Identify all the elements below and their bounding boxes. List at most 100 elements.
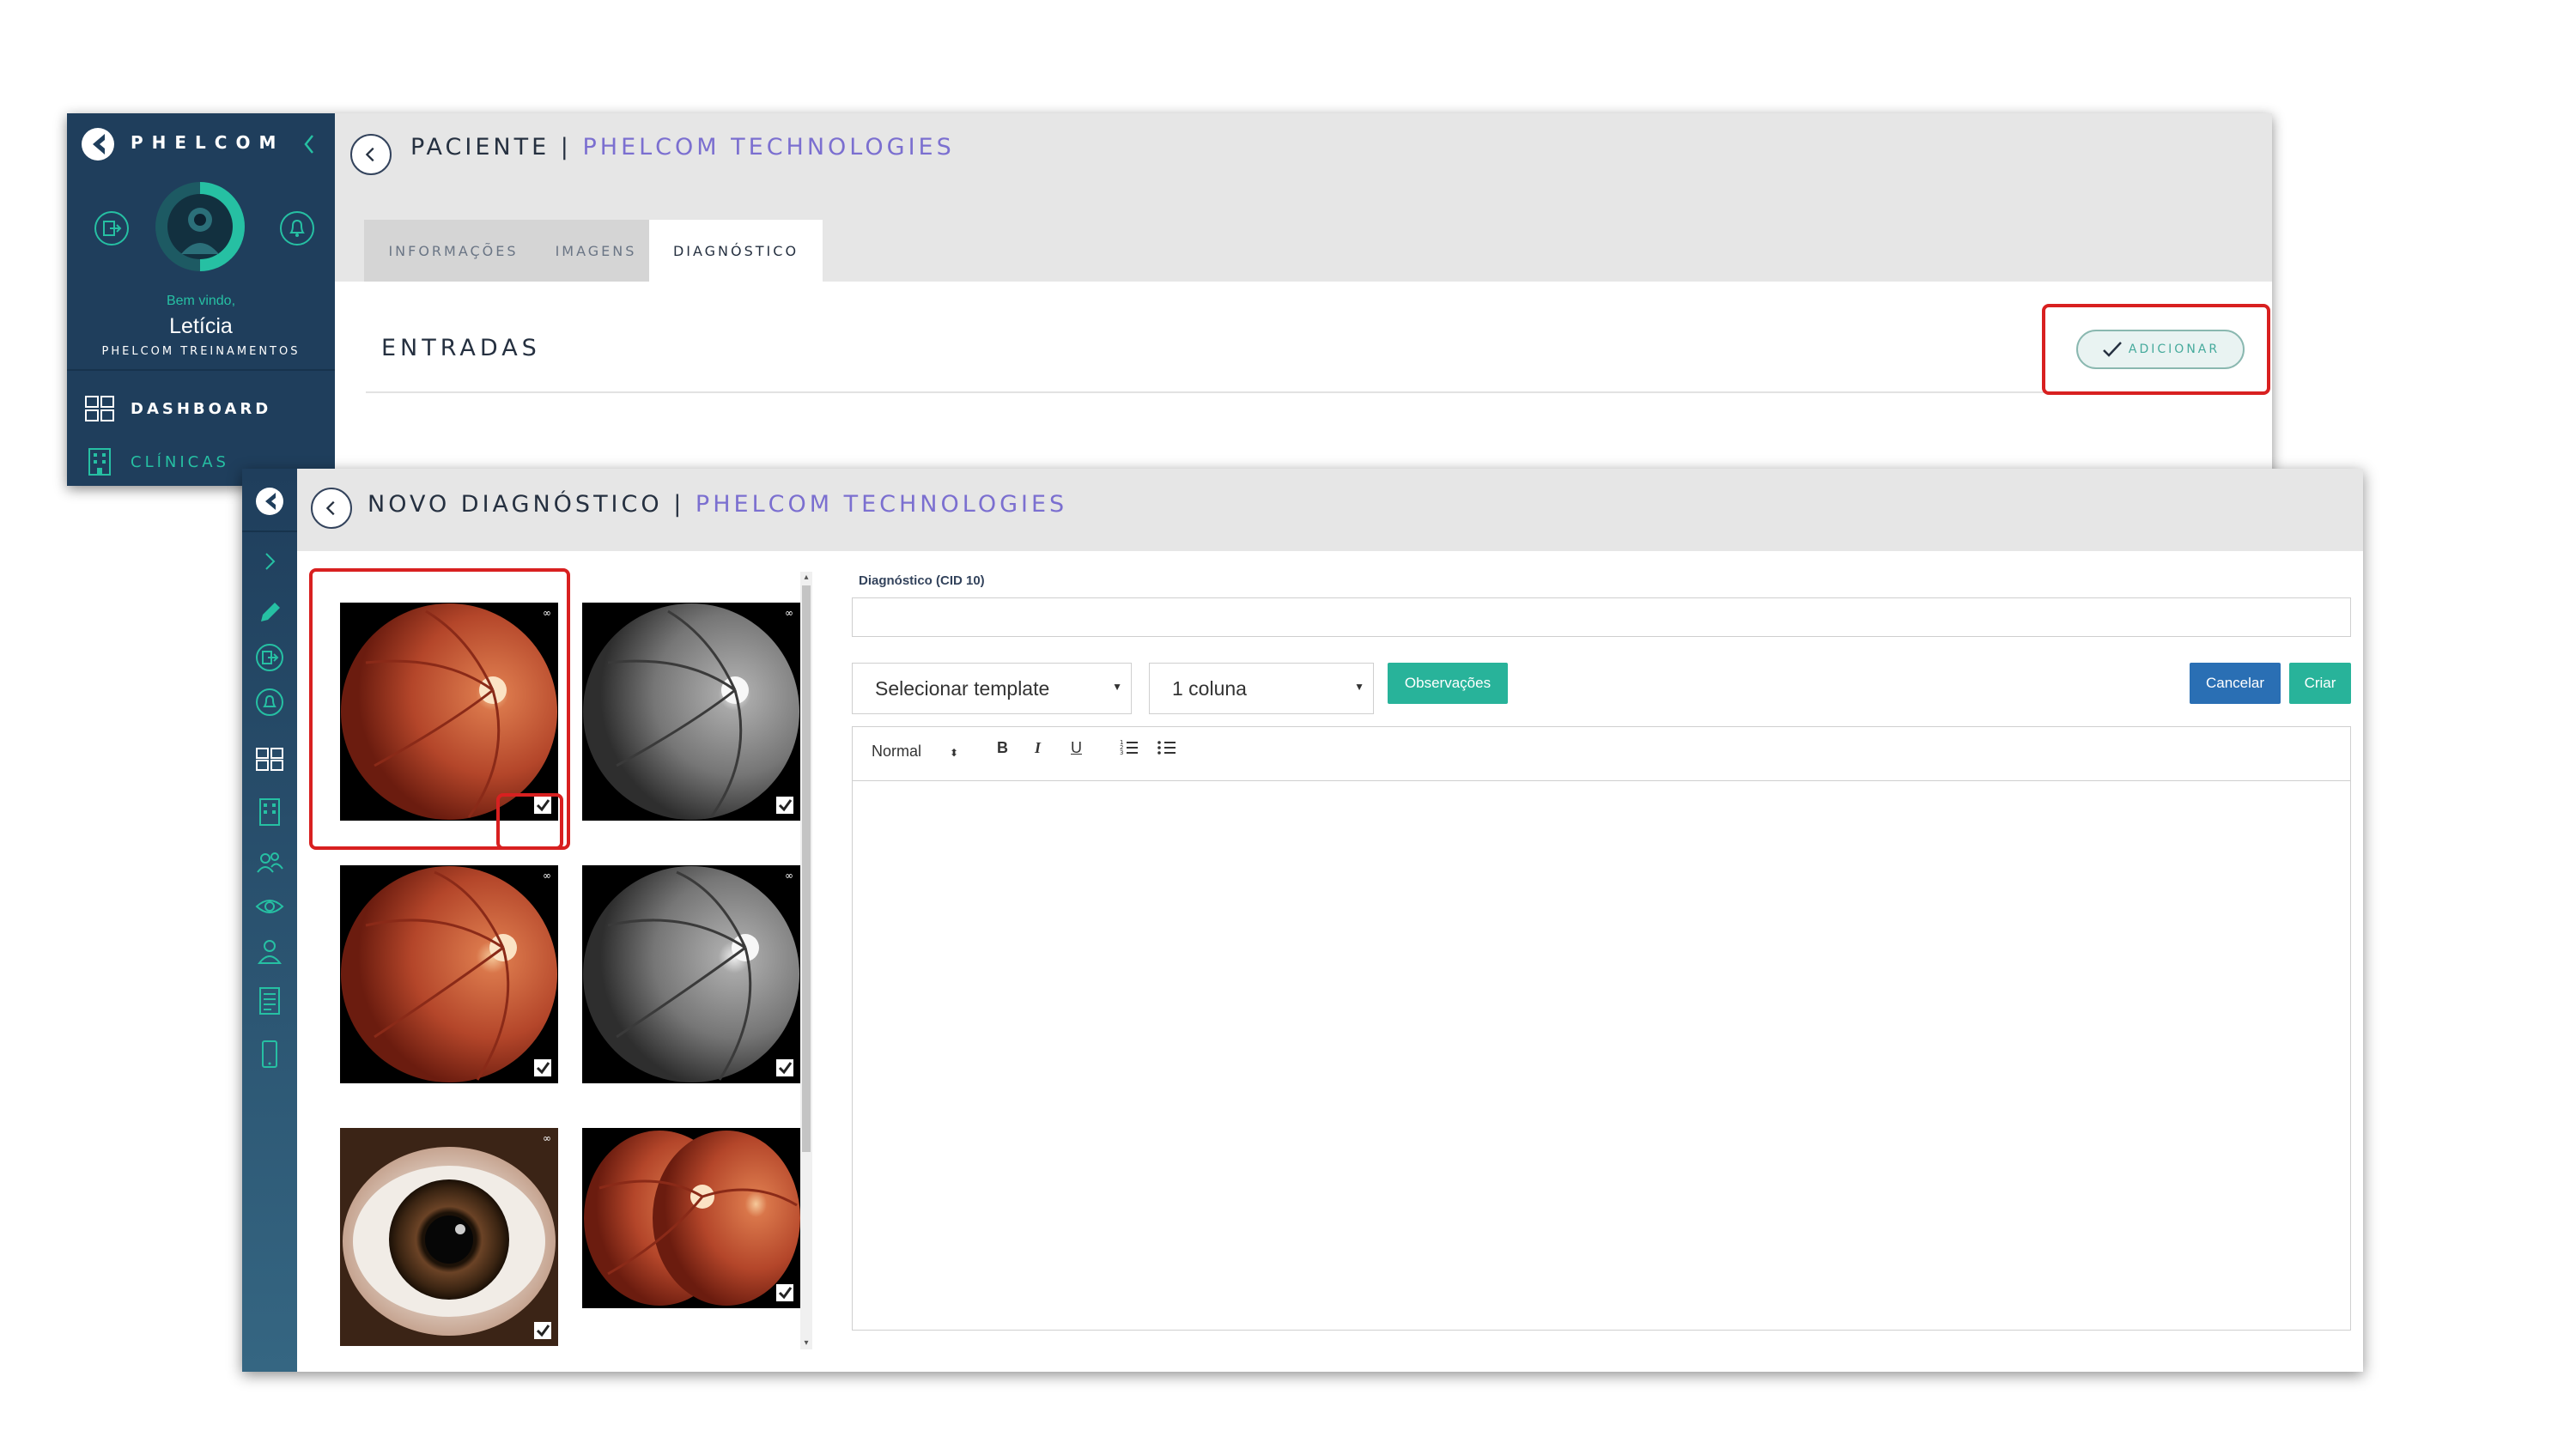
eye-icon[interactable] — [254, 891, 285, 922]
tab-diagnostico[interactable]: DIAGNÓSTICO — [649, 220, 823, 282]
back-button[interactable] — [350, 134, 392, 175]
page-title: NOVO DIAGNÓSTICO | PHELCOM TECHNOLOGIES — [368, 491, 1067, 518]
tab-label: IMAGENS — [555, 242, 637, 259]
tab-informacoes[interactable]: INFORMAÇÕES — [364, 220, 543, 282]
building-icon[interactable] — [254, 797, 285, 828]
rich-text-editor[interactable]: Normal ⬍ B I U 1 2 3 — [852, 726, 2351, 1331]
retina-photo: ∞ — [582, 865, 800, 1083]
users-icon[interactable] — [254, 846, 285, 877]
retina-photo: ∞ — [340, 603, 558, 821]
avatar[interactable] — [154, 180, 246, 273]
page-title-text: PACIENTE — [410, 134, 550, 161]
underline-button[interactable]: U — [1071, 739, 1082, 757]
expand-chevron-icon[interactable] — [254, 546, 285, 577]
template-select[interactable]: Selecionar template ▼ — [852, 663, 1132, 714]
page-title: PACIENTE | PHELCOM TECHNOLOGIES — [410, 134, 955, 161]
person-icon[interactable] — [254, 936, 285, 967]
page-subtitle: PHELCOM TECHNOLOGIES — [695, 491, 1068, 518]
pencil-icon[interactable] — [254, 597, 285, 628]
retina-photo: ∞ — [582, 603, 800, 821]
report-icon[interactable] — [254, 985, 285, 1016]
create-button[interactable]: Criar — [2289, 663, 2351, 704]
page-title-text: NOVO DIAGNÓSTICO — [368, 491, 663, 518]
cid-label: Diagnóstico (CID 10) — [859, 573, 985, 588]
cancel-button-label: Cancelar — [2205, 675, 2265, 691]
format-select-value: Normal — [872, 743, 922, 760]
collapse-sidebar-icon[interactable] — [299, 129, 319, 160]
sidebar-item-label: CLÍNICAS — [131, 452, 229, 471]
logout-icon[interactable] — [93, 209, 131, 247]
chevron-left-icon — [365, 147, 374, 162]
scroll-up-icon[interactable]: ▴ — [800, 572, 812, 584]
editor-toolbar: Normal ⬍ B I U 1 2 3 — [853, 727, 2350, 781]
brand-name: PHELCOM — [131, 132, 285, 153]
organization-name: PHELCOM TREINAMENTOS — [101, 345, 301, 358]
dashboard-icon[interactable] — [254, 743, 285, 774]
svg-text:∞: ∞ — [543, 607, 551, 619]
bullet-list-icon — [1157, 741, 1176, 755]
columns-select-value: 1 coluna — [1172, 676, 1247, 700]
title-separator: | — [673, 491, 685, 518]
title-separator: | — [560, 134, 572, 161]
observations-button[interactable]: Observações — [1388, 663, 1508, 704]
new-diagnosis-header: NOVO DIAGNÓSTICO | PHELCOM TECHNOLOGIES — [297, 469, 2363, 551]
bell-icon[interactable] — [278, 209, 316, 247]
section-divider — [366, 391, 2255, 393]
svg-text:∞: ∞ — [543, 870, 551, 882]
tab-imagens[interactable]: IMAGENS — [543, 220, 649, 282]
retina-panorama-image[interactable] — [582, 1128, 800, 1308]
cid-input[interactable] — [852, 597, 2351, 637]
sidebar-divider — [242, 530, 297, 532]
retina-photo: ∞ — [340, 865, 558, 1083]
patient-window: PHELCOM Bem vindo, Letícia PHELCOM TREIN… — [67, 113, 2272, 486]
sidebar-item-clinicas[interactable]: CLÍNICAS — [84, 445, 229, 479]
user-name: Letícia — [169, 314, 233, 338]
italic-button[interactable]: I — [1035, 739, 1041, 757]
svg-text:∞: ∞ — [543, 1132, 551, 1144]
create-button-label: Criar — [2304, 675, 2336, 691]
retina-photo — [582, 1128, 800, 1308]
sidebar-divider — [67, 369, 335, 371]
logout-icon[interactable] — [254, 642, 285, 673]
dashboard-icon — [85, 396, 114, 421]
retina-image-4[interactable]: ∞ — [582, 865, 800, 1083]
page-subtitle: PHELCOM TECHNOLOGIES — [582, 134, 955, 161]
ordered-list-button[interactable]: 1 2 3 — [1119, 737, 1139, 762]
scroll-down-icon[interactable]: ▾ — [800, 1337, 812, 1349]
eye-photo: ∞ — [340, 1128, 558, 1346]
observations-button-label: Observações — [1404, 675, 1492, 691]
add-button[interactable]: ADICIONAR — [2076, 330, 2245, 369]
building-icon — [88, 448, 111, 476]
bullet-list-button[interactable] — [1157, 737, 1177, 762]
check-icon — [2103, 342, 2122, 357]
tab-label: INFORMAÇÕES — [388, 242, 519, 259]
phelcom-logo-icon — [82, 128, 114, 161]
tab-label: DIAGNÓSTICO — [672, 242, 799, 259]
cancel-button[interactable]: Cancelar — [2190, 663, 2281, 704]
retina-image-2[interactable]: ∞ — [582, 603, 800, 821]
welcome-text: Bem vindo, — [166, 294, 236, 308]
svg-text:3: 3 — [1120, 749, 1123, 756]
bell-icon[interactable] — [254, 687, 285, 718]
main-sidebar: PHELCOM Bem vindo, Letícia PHELCOM TREIN… — [67, 113, 335, 486]
bold-button[interactable]: B — [997, 739, 1008, 757]
anterior-eye-image[interactable]: ∞ — [340, 1128, 558, 1346]
phelcom-logo-icon — [256, 488, 283, 515]
retina-image-3[interactable]: ∞ — [340, 865, 558, 1083]
format-select[interactable]: Normal ⬍ — [872, 743, 958, 761]
columns-select[interactable]: 1 coluna ▼ — [1149, 663, 1374, 714]
svg-text:∞: ∞ — [785, 607, 793, 619]
caret-down-icon: ▼ — [1354, 681, 1364, 693]
collapsed-sidebar — [242, 469, 297, 1372]
chevron-left-icon — [325, 500, 335, 516]
back-button[interactable] — [311, 488, 352, 529]
sidebar-item-dashboard[interactable]: DASHBOARD — [84, 391, 271, 426]
mobile-device-icon[interactable] — [254, 1039, 285, 1070]
retina-image-1[interactable]: ∞ — [340, 603, 558, 821]
updown-icon: ⬍ — [950, 747, 959, 759]
image-list-scrollbar[interactable]: ▴ ▾ — [800, 572, 812, 1349]
ordered-list-icon: 1 2 3 — [1120, 739, 1138, 756]
scroll-thumb[interactable] — [802, 585, 811, 1152]
new-diagnosis-window: NOVO DIAGNÓSTICO | PHELCOM TECHNOLOGIES — [242, 469, 2363, 1372]
template-select-value: Selecionar template — [875, 676, 1050, 700]
